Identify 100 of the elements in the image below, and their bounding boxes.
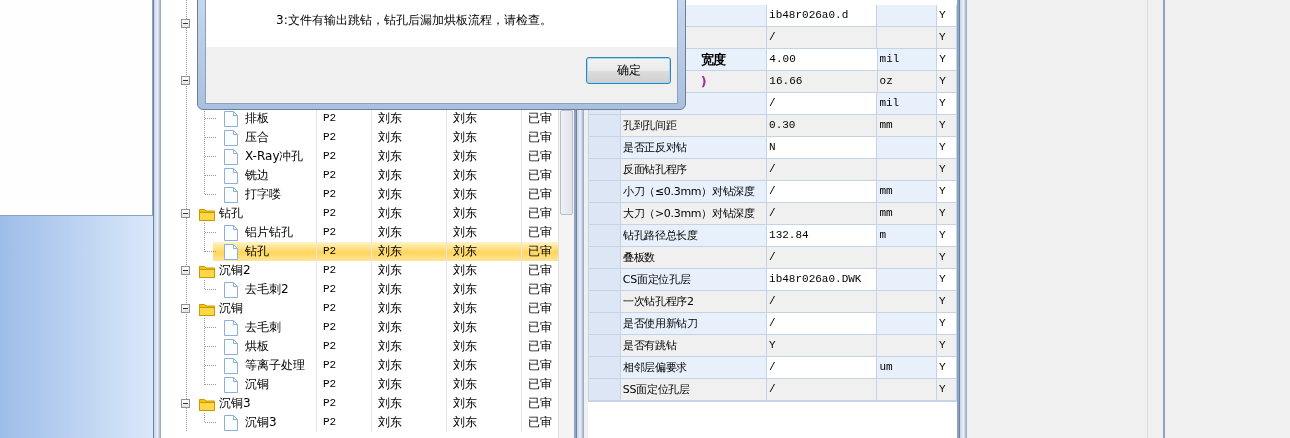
table-cell: mm bbox=[877, 115, 938, 137]
row-header[interactable] bbox=[588, 115, 621, 137]
node-label: 沉铜2 bbox=[219, 262, 251, 279]
collapse-icon[interactable] bbox=[181, 399, 190, 408]
node-label: 沉铜3 bbox=[245, 414, 277, 431]
table-cell: Y bbox=[937, 5, 957, 27]
table-cell: 刘东 bbox=[371, 261, 446, 280]
row-header[interactable] bbox=[588, 379, 621, 401]
row-header[interactable] bbox=[588, 247, 621, 269]
table-cell: P2 bbox=[316, 394, 371, 413]
document-icon bbox=[224, 186, 238, 203]
document-icon bbox=[224, 281, 238, 298]
table-cell: 刘东 bbox=[371, 242, 446, 261]
folder-icon bbox=[199, 263, 215, 278]
table-cell: P2 bbox=[316, 375, 371, 394]
table-cell: 叠板数 bbox=[620, 247, 768, 269]
document-icon bbox=[224, 224, 238, 241]
document-icon bbox=[224, 357, 238, 374]
table-cell: 刘东 bbox=[446, 166, 521, 185]
table-cell: Y bbox=[937, 379, 957, 401]
table-cell: 是否有跳钻 bbox=[620, 335, 768, 357]
node-label: 排板 bbox=[245, 110, 269, 127]
table-cell: 刘东 bbox=[446, 242, 521, 261]
table-cell bbox=[877, 291, 938, 313]
node-label: 沉铜 bbox=[219, 300, 243, 317]
table-cell: 刘东 bbox=[446, 375, 521, 394]
table-cell: mil bbox=[877, 93, 938, 115]
row-header[interactable] bbox=[588, 291, 621, 313]
table-cell: 刘东 bbox=[371, 280, 446, 299]
table-cell: 刘东 bbox=[446, 394, 521, 413]
table-cell: Y bbox=[937, 269, 957, 291]
table-cell: 刘东 bbox=[446, 147, 521, 166]
splitter-handle[interactable] bbox=[959, 0, 967, 438]
table-cell: 0.30 bbox=[767, 115, 878, 137]
table-cell bbox=[877, 247, 938, 269]
table-cell: 刘东 bbox=[446, 337, 521, 356]
table-cell: m bbox=[877, 225, 938, 247]
table-cell: 孔到孔间距 bbox=[620, 115, 768, 137]
row-header[interactable] bbox=[588, 203, 621, 225]
row-header[interactable] bbox=[588, 357, 621, 379]
ok-button[interactable]: 确定 bbox=[586, 57, 671, 84]
node-label: 钻孔 bbox=[245, 243, 269, 260]
row-header[interactable] bbox=[588, 225, 621, 247]
table-cell: 刘东 bbox=[446, 280, 521, 299]
table-cell: / bbox=[767, 203, 878, 225]
table-cell: 刘东 bbox=[446, 261, 521, 280]
collapse-icon[interactable] bbox=[181, 266, 190, 275]
table-cell: P2 bbox=[316, 128, 371, 147]
table-cell: P2 bbox=[316, 337, 371, 356]
collapse-icon[interactable] bbox=[181, 76, 190, 85]
folder-icon bbox=[199, 206, 215, 221]
table-cell: P2 bbox=[316, 261, 371, 280]
table-cell: P2 bbox=[316, 356, 371, 375]
table-cell: Y bbox=[937, 203, 957, 225]
row-header[interactable] bbox=[588, 313, 621, 335]
document-icon bbox=[224, 167, 238, 184]
table-cell: / bbox=[767, 357, 878, 379]
table-cell: Y bbox=[937, 93, 957, 115]
table-cell: 刘东 bbox=[446, 299, 521, 318]
table-cell: Y bbox=[937, 357, 957, 379]
node-label: 打字喽 bbox=[245, 186, 281, 203]
table-cell: / bbox=[767, 27, 878, 49]
table-cell: mm bbox=[877, 203, 938, 225]
node-label: X-Ray冲孔 bbox=[245, 148, 304, 165]
row-header[interactable] bbox=[588, 159, 621, 181]
scrollbar-thumb[interactable] bbox=[560, 110, 573, 215]
table-cell: Y bbox=[937, 71, 957, 93]
table-cell: Y bbox=[937, 137, 957, 159]
table-cell: 刘东 bbox=[446, 356, 521, 375]
document-icon bbox=[224, 110, 238, 127]
node-label: 沉铜 bbox=[245, 376, 269, 393]
node-label: 铝片钻孔 bbox=[245, 224, 293, 241]
table-cell: Y bbox=[937, 181, 957, 203]
table-cell bbox=[877, 335, 938, 357]
node-label: 沉铜3 bbox=[219, 395, 251, 412]
splitter-handle[interactable] bbox=[153, 0, 161, 438]
node-label: 去毛刺 bbox=[245, 319, 281, 336]
node-label: 压合 bbox=[245, 129, 269, 146]
document-icon bbox=[224, 319, 238, 336]
collapse-icon[interactable] bbox=[181, 209, 190, 218]
table-cell bbox=[877, 5, 938, 27]
table-cell: / bbox=[767, 181, 878, 203]
table-cell: 刘东 bbox=[371, 204, 446, 223]
table-cell: / bbox=[767, 93, 878, 115]
table-cell: 刘东 bbox=[371, 128, 446, 147]
table-cell: 刘东 bbox=[446, 318, 521, 337]
table-cell: 刘东 bbox=[371, 375, 446, 394]
table-cell: Y bbox=[937, 49, 957, 71]
row-header[interactable] bbox=[588, 137, 621, 159]
table-cell: 刘东 bbox=[371, 166, 446, 185]
collapse-icon[interactable] bbox=[181, 19, 190, 28]
table-cell bbox=[877, 27, 938, 49]
table-cell: Y bbox=[937, 291, 957, 313]
folder-icon bbox=[199, 396, 215, 411]
row-header[interactable] bbox=[588, 269, 621, 291]
table-cell: mm bbox=[877, 181, 938, 203]
document-icon bbox=[224, 243, 238, 260]
row-header[interactable] bbox=[588, 181, 621, 203]
collapse-icon[interactable] bbox=[181, 304, 190, 313]
row-header[interactable] bbox=[588, 335, 621, 357]
